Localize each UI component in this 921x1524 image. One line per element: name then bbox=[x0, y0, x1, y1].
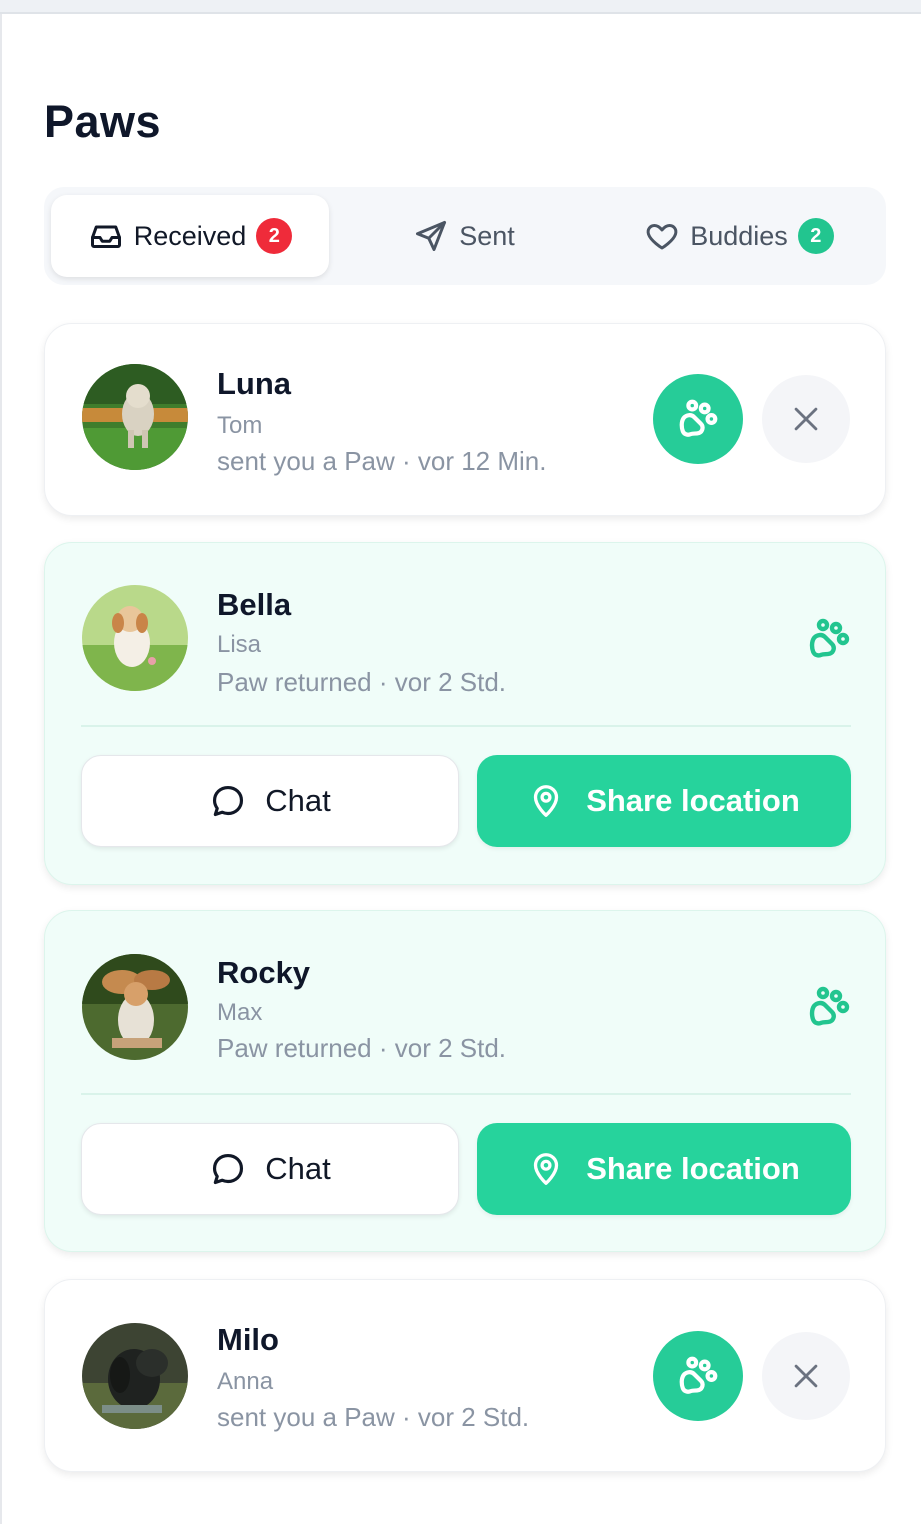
tab-received-label: Received bbox=[133, 220, 247, 251]
owner-name: Tom bbox=[217, 412, 263, 439]
dismiss-button[interactable] bbox=[762, 375, 850, 463]
return-paw-button[interactable] bbox=[653, 1331, 743, 1421]
paw-icon bbox=[679, 1356, 718, 1394]
dog-name: Bella bbox=[217, 587, 292, 622]
browser-top-strip bbox=[0, 0, 921, 14]
owner-name: Anna bbox=[217, 1368, 274, 1395]
return-paw-button[interactable] bbox=[653, 374, 743, 464]
chat-bubble-icon bbox=[213, 1153, 244, 1185]
paw-icon bbox=[809, 986, 850, 1026]
paw-status: sent you a Paw · vor 12 Min. bbox=[217, 446, 547, 476]
send-icon bbox=[416, 221, 447, 251]
chat-label: Chat bbox=[265, 1151, 331, 1186]
dog-name: Luna bbox=[217, 366, 292, 401]
heart-icon bbox=[646, 224, 678, 250]
tab-bar: Received 2 Sent Buddies 2 bbox=[44, 187, 886, 285]
tab-buddies-label: Buddies bbox=[690, 220, 788, 251]
share-location-label: Share location bbox=[586, 1151, 800, 1186]
avatar bbox=[82, 1323, 188, 1429]
tab-received[interactable]: Received 2 bbox=[51, 195, 329, 277]
paw-status: Paw returned · vor 2 Std. bbox=[217, 667, 507, 697]
paw-card-bella: Bella Lisa Paw returned · vor 2 Std. Cha… bbox=[44, 542, 886, 885]
close-icon bbox=[794, 1364, 818, 1388]
dog-name: Milo bbox=[217, 1322, 279, 1357]
paw-card-luna: Luna Tom sent you a Paw · vor 12 Min. bbox=[44, 323, 886, 516]
paw-icon bbox=[679, 399, 718, 437]
close-icon bbox=[794, 407, 818, 431]
avatar bbox=[82, 364, 188, 470]
chat-button[interactable]: Chat bbox=[81, 755, 459, 847]
left-border bbox=[0, 14, 2, 1524]
owner-name: Lisa bbox=[217, 631, 262, 658]
divider bbox=[81, 725, 851, 727]
chat-bubble-icon bbox=[213, 785, 244, 817]
owner-name: Max bbox=[217, 999, 263, 1026]
dog-name: Rocky bbox=[217, 955, 311, 990]
dismiss-button[interactable] bbox=[762, 1332, 850, 1420]
paw-status: sent you a Paw · vor 2 Std. bbox=[217, 1402, 530, 1432]
tab-buddies[interactable]: Buddies 2 bbox=[604, 195, 874, 277]
tab-sent[interactable]: Sent bbox=[344, 195, 584, 277]
paw-status: Paw returned · vor 2 Std. bbox=[217, 1033, 507, 1063]
location-pin-icon bbox=[534, 785, 559, 817]
paw-icon bbox=[809, 618, 850, 658]
avatar bbox=[82, 585, 188, 691]
tab-sent-label: Sent bbox=[459, 220, 515, 251]
paw-card-rocky: Rocky Max Paw returned · vor 2 Std. Chat… bbox=[44, 910, 886, 1252]
share-location-label: Share location bbox=[586, 783, 800, 818]
share-location-button[interactable]: Share location bbox=[477, 755, 851, 847]
location-pin-icon bbox=[534, 1153, 559, 1185]
chat-label: Chat bbox=[265, 783, 331, 818]
paw-card-milo: Milo Anna sent you a Paw · vor 2 Std. bbox=[44, 1279, 886, 1472]
inbox-icon bbox=[90, 225, 121, 248]
divider bbox=[81, 1093, 851, 1095]
avatar bbox=[82, 954, 188, 1060]
share-location-button[interactable]: Share location bbox=[477, 1123, 851, 1215]
buddies-count-badge: 2 bbox=[797, 218, 834, 254]
received-count-badge: 2 bbox=[256, 218, 293, 254]
chat-button[interactable]: Chat bbox=[81, 1123, 459, 1215]
page-title: Paws bbox=[44, 96, 162, 147]
